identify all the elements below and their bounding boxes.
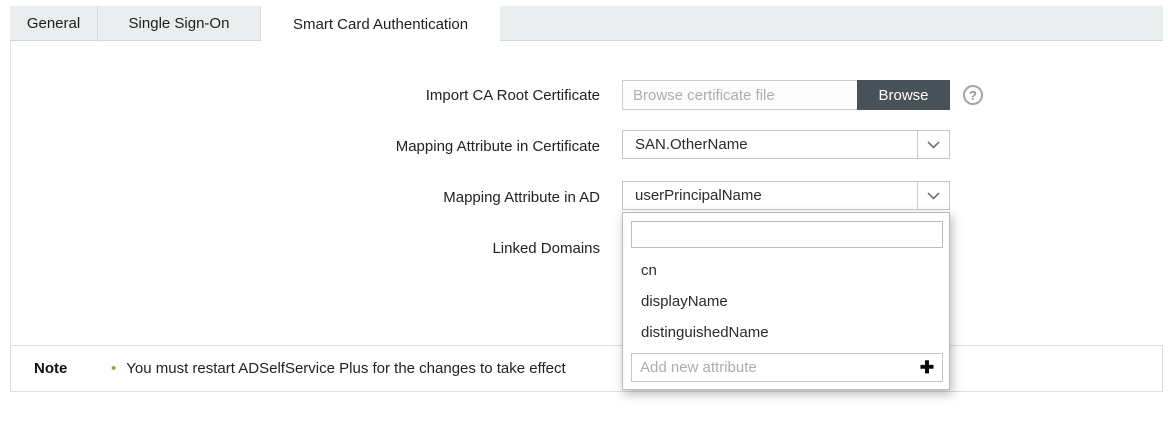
tab-smartcard-label: Smart Card Authentication xyxy=(293,16,468,33)
tab-bar: General Single Sign-On Smart Card Authen… xyxy=(10,6,1163,41)
add-attribute-input[interactable] xyxy=(632,359,912,376)
certificate-file-input[interactable] xyxy=(622,80,857,110)
mapping-ad-value: userPrincipalName xyxy=(623,187,917,204)
attribute-option-cn[interactable]: cn xyxy=(623,255,949,286)
note-banner: Note • You must restart ADSelfService Pl… xyxy=(10,345,1163,392)
mapping-certificate-select[interactable]: SAN.OtherName xyxy=(622,130,950,159)
mapping-ad-select[interactable]: userPrincipalName xyxy=(622,181,950,210)
certificate-file-group: Browse xyxy=(622,80,950,110)
mapping-ad-label: Mapping Attribute in AD xyxy=(443,189,600,206)
linked-domains-label: Linked Domains xyxy=(492,240,600,257)
add-attribute-group: ✚ xyxy=(631,353,943,382)
plus-icon[interactable]: ✚ xyxy=(912,359,942,376)
browse-button[interactable]: Browse xyxy=(857,80,950,110)
mapping-ad-dropdown-panel: cn displayName distinguishedName ✚ xyxy=(622,212,950,390)
import-ca-label: Import CA Root Certificate xyxy=(426,87,600,104)
question-mark-glyph: ? xyxy=(969,89,977,102)
chevron-down-icon[interactable] xyxy=(917,182,949,209)
attribute-option-distinguishedname[interactable]: distinguishedName xyxy=(623,317,949,348)
smart-card-settings-page: General Single Sign-On Smart Card Authen… xyxy=(0,0,1168,436)
content-panel-border xyxy=(10,41,11,392)
chevron-down-icon[interactable] xyxy=(917,131,949,158)
tab-single-sign-on[interactable]: Single Sign-On xyxy=(98,6,261,41)
tab-smart-card-authentication[interactable]: Smart Card Authentication xyxy=(261,6,500,42)
tab-general[interactable]: General xyxy=(10,6,98,41)
note-title: Note xyxy=(11,360,111,377)
bullet-icon: • xyxy=(111,360,116,377)
attribute-search-input[interactable] xyxy=(631,221,943,248)
note-text: You must restart ADSelfService Plus for … xyxy=(126,360,565,377)
tab-sso-label: Single Sign-On xyxy=(129,15,230,32)
attribute-option-list: cn displayName distinguishedName xyxy=(623,255,949,348)
mapping-certificate-label: Mapping Attribute in Certificate xyxy=(396,138,600,155)
help-icon[interactable]: ? xyxy=(963,85,983,105)
mapping-certificate-value: SAN.OtherName xyxy=(623,136,917,153)
attribute-option-displayname[interactable]: displayName xyxy=(623,286,949,317)
tab-general-label: General xyxy=(27,15,80,32)
